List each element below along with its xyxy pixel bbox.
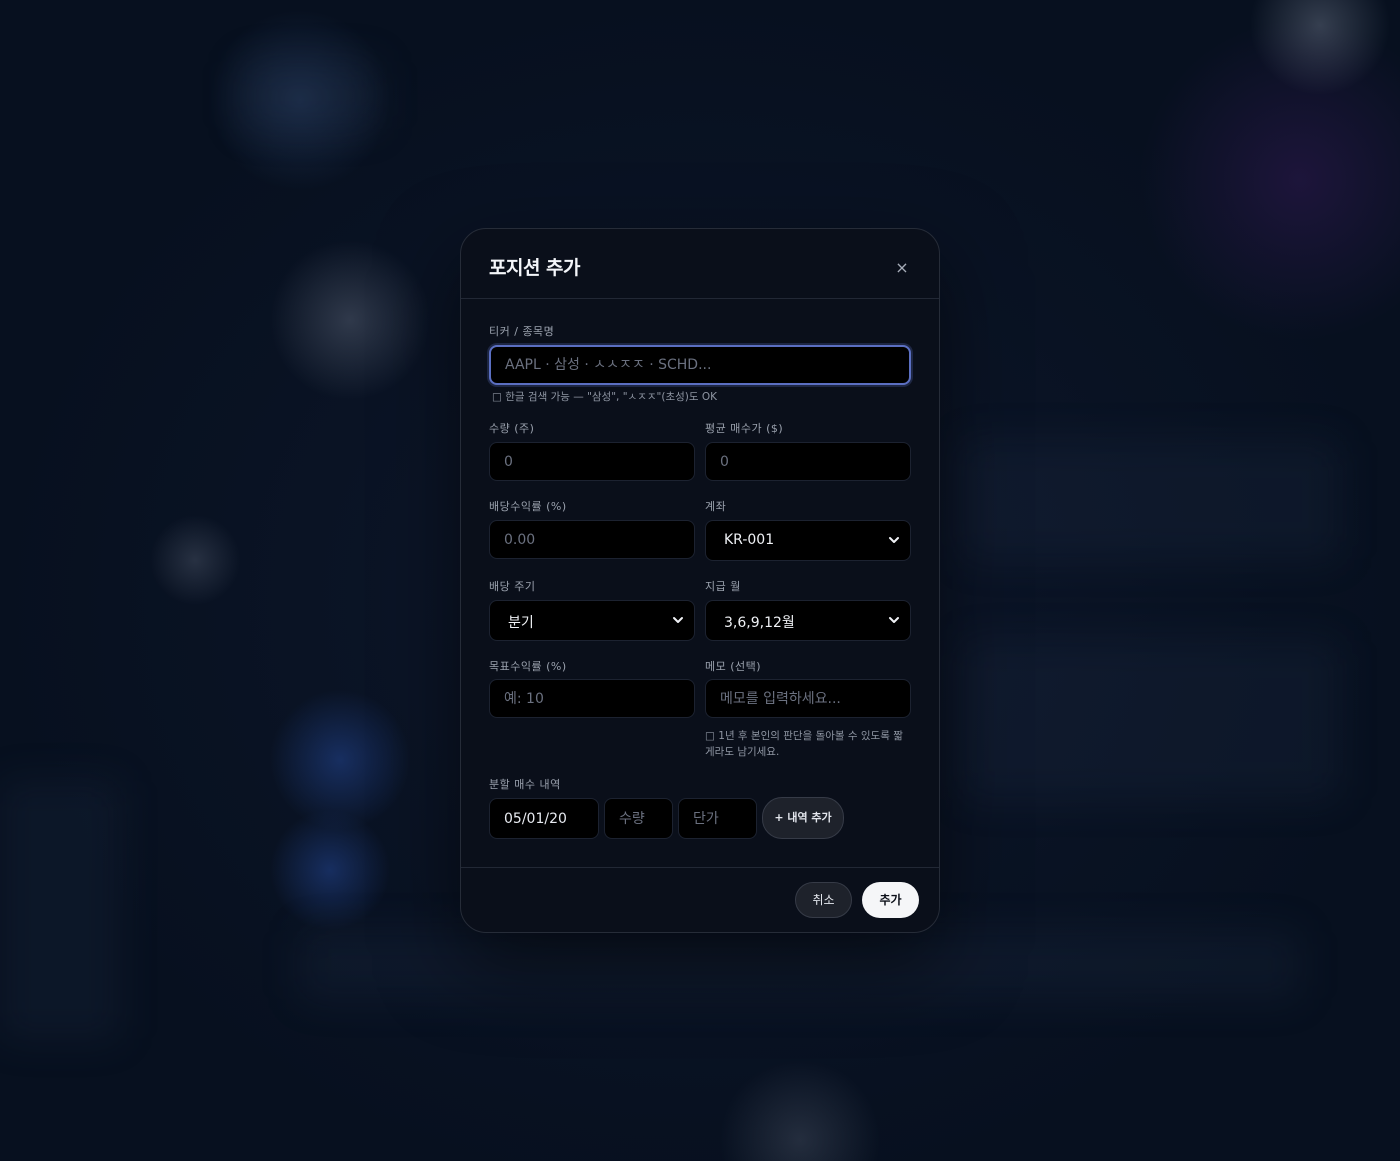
account-select-value: KR-001 <box>724 532 775 548</box>
pay-month-label: 지급 월 <box>705 580 741 593</box>
account-label: 계좌 <box>705 500 727 513</box>
close-button[interactable]: × <box>891 257 913 279</box>
cancel-button[interactable]: 취소 <box>795 882 852 918</box>
memo-label: 메모 (선택) <box>705 660 762 673</box>
ticker-hint: □ 한글 검색 가능 — "삼성", "ㅅㅈㅈ"(초성)도 OK <box>492 391 718 403</box>
chevron-down-icon <box>673 617 683 623</box>
chevron-down-icon <box>889 537 899 543</box>
avg-price-label: 평균 매수가 ($) <box>705 422 784 435</box>
modal-title: 포지션 추가 <box>489 257 581 279</box>
avg-price-input[interactable] <box>705 442 911 481</box>
target-return-input[interactable] <box>489 679 695 718</box>
background-blob <box>300 930 1300 1000</box>
background-blob <box>960 440 1340 560</box>
background-blob <box>240 60 380 130</box>
dividend-cycle-select-value: 분기 <box>508 615 534 631</box>
close-icon: × <box>895 258 909 277</box>
background-blob <box>960 640 1340 800</box>
submit-add-button[interactable]: 추가 <box>862 882 919 918</box>
memo-hint: □ 1년 후 본인의 판단을 돌아볼 수 있도록 짧게라도 남기세요. <box>705 730 903 758</box>
split-buy-label: 분할 매수 내역 <box>489 778 561 791</box>
ticker-label: 티커 / 종목명 <box>489 325 555 338</box>
add-split-row-button[interactable]: + 내역 추가 <box>762 797 844 839</box>
dividend-cycle-label: 배당 주기 <box>489 580 536 593</box>
account-select[interactable]: KR-001 <box>705 520 911 561</box>
memo-input[interactable] <box>705 679 911 718</box>
dividend-yield-input[interactable] <box>489 520 695 559</box>
modal-header: 포지션 추가 × <box>461 229 939 299</box>
split-buy-price-input[interactable] <box>678 798 757 839</box>
dividend-yield-label: 배당수익률 (%) <box>489 500 567 513</box>
split-buy-date-input[interactable] <box>489 798 599 839</box>
pay-month-select-value: 3,6,9,12월 <box>724 615 795 631</box>
dividend-cycle-select[interactable]: 분기 <box>489 600 695 641</box>
ticker-search-input[interactable] <box>489 345 911 385</box>
quantity-input[interactable] <box>489 442 695 481</box>
quantity-label: 수량 (주) <box>489 422 535 435</box>
modal-footer: 취소 추가 <box>461 867 939 934</box>
split-buy-quantity-input[interactable] <box>604 798 673 839</box>
chevron-down-icon <box>889 617 899 623</box>
pay-month-select[interactable]: 3,6,9,12월 <box>705 600 911 641</box>
background-blob <box>0 780 120 1040</box>
add-position-modal: 포지션 추가 × 티커 / 종목명 □ 한글 검색 가능 — "삼성", "ㅅㅈ… <box>460 228 940 933</box>
target-return-label: 목표수익률 (%) <box>489 660 567 673</box>
